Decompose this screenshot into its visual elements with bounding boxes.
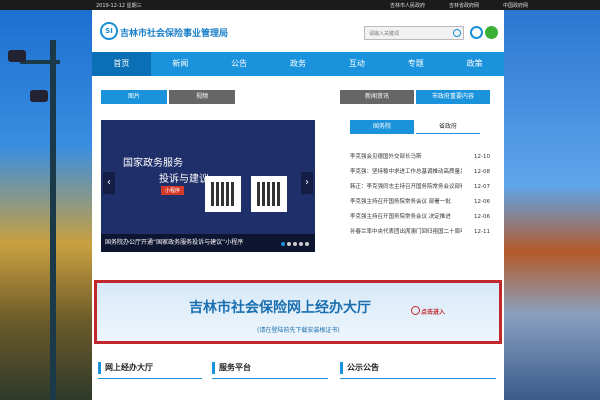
- date-text: 2019-12-12 星期三: [96, 3, 142, 9]
- news-title[interactable]: 孙春兰率中央代表团出席澳门回归祖国二十周年: [350, 225, 462, 240]
- banner-title: 吉林市社会保险网上经办大厅: [189, 300, 371, 316]
- tab-city-gov[interactable]: 市政府重要内容: [416, 90, 490, 104]
- carousel-prev-icon[interactable]: ‹: [103, 172, 115, 194]
- list-item[interactable]: 李克强会见德国外交部长马斯 12-10: [350, 150, 490, 165]
- main-nav: 首页 新闻 公告 政务 互动 专题 政策: [92, 52, 504, 76]
- news-date: 12-08: [474, 169, 490, 175]
- carousel-dot[interactable]: [281, 242, 285, 246]
- left-background-scene: [0, 10, 92, 400]
- tab-videos[interactable]: 视频: [169, 90, 235, 104]
- nav-topics[interactable]: 专题: [386, 52, 445, 76]
- news-date: 12-11: [474, 229, 490, 235]
- tab-news[interactable]: 新闻资讯: [340, 90, 414, 104]
- top-link[interactable]: 吉林省政府网: [449, 2, 479, 9]
- list-item[interactable]: 孙春兰率中央代表团出席澳门回归祖国二十周年 12-11: [350, 225, 490, 240]
- street-lamp-head: [8, 50, 26, 62]
- banner-subtitle: (请在登陆前先下载安装根证书): [257, 327, 340, 334]
- carousel-dot[interactable]: [293, 242, 297, 246]
- nav-news[interactable]: 新闻: [151, 52, 210, 76]
- news-date: 12-06: [474, 214, 490, 220]
- carousel-title-2: 投诉与建议: [159, 174, 209, 185]
- qr-code-image: [251, 176, 287, 212]
- right-background-scene: [504, 10, 600, 400]
- weibo-icon[interactable]: [470, 26, 483, 39]
- tab-pictures[interactable]: 图片: [101, 90, 167, 104]
- top-bar: 2019-12-12 星期三 吉林市人民政府 吉林省政府网 中国政府网: [0, 0, 600, 10]
- news-title[interactable]: 李克强会见德国外交部长马斯: [350, 150, 462, 165]
- top-link[interactable]: 吉林市人民政府: [390, 2, 425, 9]
- news-title[interactable]: 李克强主持召开国务院常务会议 部署一批: [350, 195, 462, 210]
- list-item[interactable]: 李克强主持召开国务院常务会议 部署一批 12-06: [350, 195, 490, 210]
- list-item[interactable]: 李克强：坚持稳中求进工作总基调推动高质量发展 12-08: [350, 165, 490, 180]
- nav-interaction[interactable]: 互动: [327, 52, 386, 76]
- section-title-online-hall[interactable]: 网上经办大厅: [98, 362, 153, 374]
- carousel-dots: [281, 242, 309, 246]
- carousel-title-1: 国家政务服务: [123, 158, 183, 169]
- news-date: 12-10: [474, 154, 490, 160]
- news-date: 12-06: [474, 199, 490, 205]
- top-link[interactable]: 中国政府网: [503, 2, 528, 9]
- section-title-service-platform[interactable]: 服务平台: [212, 362, 251, 374]
- list-item[interactable]: 李克强主持召开国务院常务会议 决定推进 12-06: [350, 210, 490, 225]
- media-tabs: 图片 视频: [101, 90, 235, 104]
- nav-home[interactable]: 首页: [92, 52, 151, 76]
- qr-code-image: [205, 176, 241, 212]
- nav-policy[interactable]: 政策: [445, 52, 504, 76]
- search-placeholder: 请输入关键词: [369, 31, 400, 37]
- site-logo[interactable]: SI: [100, 22, 118, 40]
- site-title[interactable]: 吉林市社会保险事业管理局: [120, 26, 228, 39]
- divider: [212, 378, 328, 379]
- divider: [340, 378, 496, 379]
- list-item[interactable]: 韩正：李克强同志主持召开国务院常务会议部署 12-07: [350, 180, 490, 195]
- carousel-dot[interactable]: [305, 242, 309, 246]
- street-lamp-arm: [20, 60, 60, 64]
- section-title-notices[interactable]: 公示公告: [340, 362, 379, 374]
- nav-notice[interactable]: 公告: [210, 52, 269, 76]
- news-title[interactable]: 李克强：坚持稳中求进工作总基调推动高质量发展: [350, 165, 462, 180]
- street-lamp-post: [50, 40, 56, 400]
- carousel-dot[interactable]: [299, 242, 303, 246]
- news-title[interactable]: 韩正：李克强同志主持召开国务院常务会议部署: [350, 180, 462, 195]
- news-list: 李克强会见德国外交部长马斯 12-10 李克强：坚持稳中求进工作总基调推动高质量发…: [350, 150, 490, 240]
- top-links: 吉林市人民政府 吉林省政府网 中国政府网: [390, 2, 528, 9]
- online-service-banner[interactable]: 吉林市社会保险网上经办大厅 (请在登陆前先下载安装根证书) 点击进入: [94, 280, 502, 344]
- tab-state-council[interactable]: 国务院: [350, 120, 414, 134]
- divider: [98, 378, 202, 379]
- search-input[interactable]: 请输入关键词: [364, 26, 464, 40]
- street-lamp-head: [30, 90, 48, 102]
- news-date: 12-07: [474, 184, 490, 190]
- sub-tabs: 国务院 省政府: [350, 120, 480, 134]
- banner-enter-button[interactable]: 点击进入: [410, 306, 445, 316]
- carousel-next-icon[interactable]: ›: [301, 172, 313, 194]
- carousel-dot[interactable]: [287, 242, 291, 246]
- nav-government[interactable]: 政务: [269, 52, 328, 76]
- main-page: SI 吉林市社会保险事业管理局 请输入关键词 首页 新闻 公告 政务 互动 专题…: [92, 10, 504, 400]
- search-icon[interactable]: [453, 29, 461, 37]
- tab-province[interactable]: 省政府: [416, 120, 480, 134]
- image-carousel[interactable]: 国家政务服务 投诉与建议 小程序 ‹ › 国务院办公厅开通“国家政务服务投诉与建…: [101, 120, 315, 252]
- carousel-badge: 小程序: [161, 186, 185, 195]
- header: SI 吉林市社会保险事业管理局 请输入关键词: [92, 10, 504, 52]
- wechat-icon[interactable]: [485, 26, 498, 39]
- news-title[interactable]: 李克强主持召开国务院常务会议 决定推进: [350, 210, 462, 225]
- news-tabs: 新闻资讯 市政府重要内容: [340, 90, 490, 104]
